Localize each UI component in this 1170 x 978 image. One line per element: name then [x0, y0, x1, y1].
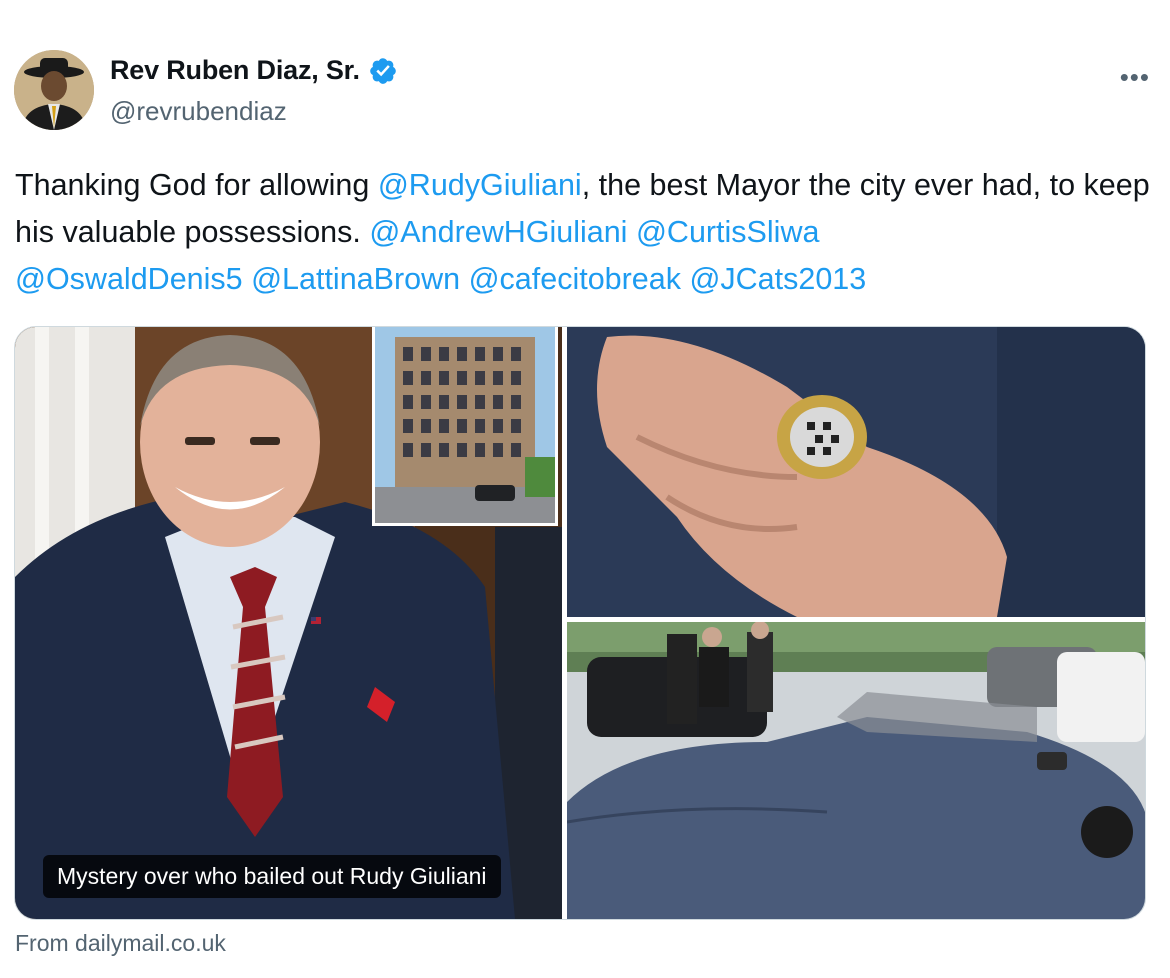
card-image-championship-ring: [567, 327, 1145, 617]
author-handle[interactable]: @revrubendiaz: [110, 96, 287, 127]
mention-link[interactable]: @JCats2013: [689, 262, 866, 296]
card-source[interactable]: From dailymail.co.uk: [15, 930, 226, 957]
card-image-man-in-suit: [15, 327, 562, 919]
mention-link[interactable]: @AndrewHGiuliani: [369, 215, 627, 249]
more-options-icon[interactable]: •••: [1120, 62, 1150, 93]
mention-link[interactable]: @OswaldDenis5: [15, 262, 243, 296]
author-name-row: Rev Ruben Diaz, Sr.: [110, 55, 398, 86]
avatar-photo: [14, 50, 94, 130]
verified-badge-icon: [369, 57, 396, 84]
tweet-text: Thanking God for allowing @RudyGiuliani,…: [15, 162, 1155, 303]
mention-link[interactable]: @RudyGiuliani: [378, 168, 582, 202]
tweet-text-part: Thanking God for allowing: [15, 168, 378, 202]
link-card[interactable]: Mystery over who bailed out Rudy Giulian…: [14, 326, 1146, 920]
mention-link[interactable]: @CurtisSliwa: [636, 215, 820, 249]
avatar[interactable]: [14, 50, 94, 130]
author-display-name[interactable]: Rev Ruben Diaz, Sr.: [110, 55, 360, 86]
card-caption: Mystery over who bailed out Rudy Giulian…: [43, 855, 501, 898]
mention-link[interactable]: @cafecitobreak: [469, 262, 681, 296]
card-image-convertible-car: [567, 622, 1145, 919]
mention-link[interactable]: @LattinaBrown: [251, 262, 460, 296]
card-inset-building-photo: [372, 327, 558, 526]
